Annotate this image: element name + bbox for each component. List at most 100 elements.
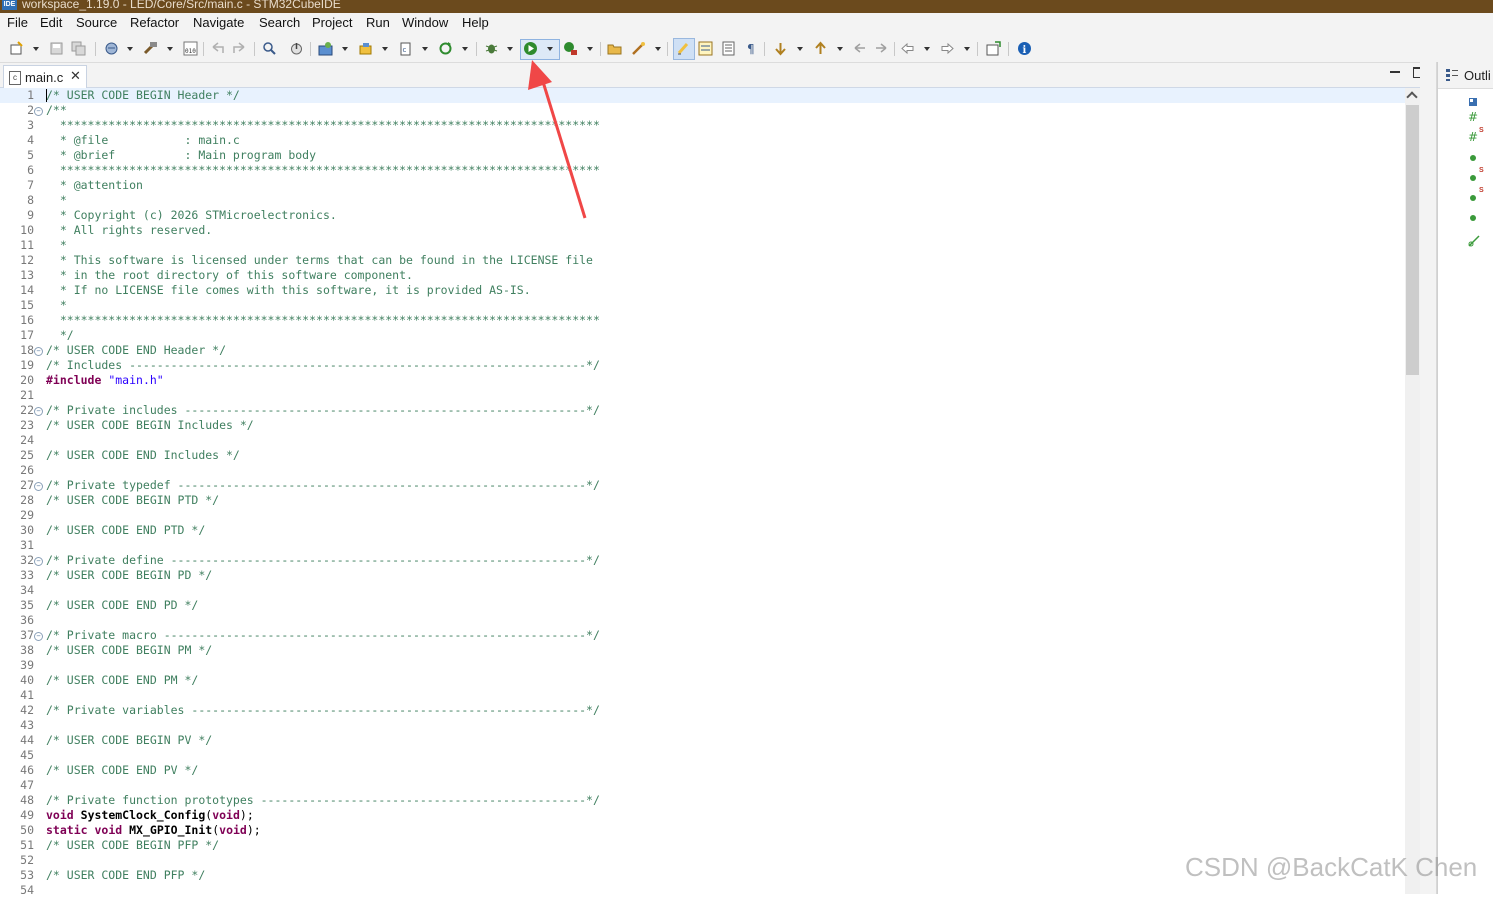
include-icon[interactable] <box>1468 92 1478 106</box>
editor-vertical-scrollbar[interactable] <box>1405 88 1420 894</box>
code-line[interactable]: 50 static void MX_GPIO_Init(void); <box>0 823 1405 838</box>
code-line[interactable]: 37−/* Private macro --------------------… <box>0 628 1405 643</box>
code-line[interactable]: 9 * Copyright (c) 2026 STMicroelectronic… <box>0 208 1405 223</box>
code-line[interactable]: 13 * in the root directory of this softw… <box>0 268 1405 283</box>
debug-icon[interactable] <box>484 41 499 56</box>
last-edit-icon[interactable] <box>852 41 867 56</box>
block-select-icon[interactable] <box>721 41 736 56</box>
fold-toggle-icon[interactable]: − <box>34 107 43 116</box>
forward-icon[interactable] <box>940 41 955 56</box>
scroll-up-icon[interactable] <box>1406 91 1418 103</box>
code-editor[interactable]: 1/* USER CODE BEGIN Header */2−/** 3 ****… <box>0 88 1405 897</box>
code-line[interactable]: 44 /* USER CODE BEGIN PV */ <box>0 733 1405 748</box>
run-dropdown[interactable] <box>547 47 553 51</box>
close-icon[interactable]: ✕ <box>70 69 81 84</box>
code-line[interactable]: 29 <box>0 508 1405 523</box>
code-line[interactable]: 11 * <box>0 238 1405 253</box>
code-line[interactable]: 6 **************************************… <box>0 163 1405 178</box>
cube-dropdown[interactable] <box>382 47 388 51</box>
new-icon[interactable] <box>9 41 24 56</box>
code-line[interactable]: 45 <box>0 748 1405 763</box>
wand-dropdown[interactable] <box>655 47 661 51</box>
fold-toggle-icon[interactable]: − <box>34 347 43 356</box>
next-annotation-icon[interactable] <box>773 41 788 56</box>
function-icon[interactable]: S <box>1468 167 1484 183</box>
code-line[interactable]: 23 /* USER CODE BEGIN Includes */ <box>0 418 1405 433</box>
code-line[interactable]: 26 <box>0 463 1405 478</box>
code-line[interactable]: 17 */ <box>0 328 1405 343</box>
build-dropdown[interactable] <box>167 47 173 51</box>
panel-splitter[interactable] <box>1420 62 1437 894</box>
minimize-icon[interactable] <box>1390 71 1400 73</box>
code-line[interactable]: 18−/* USER CODE END Header */ <box>0 343 1405 358</box>
code-line[interactable]: 27−/* Private typedef ------------------… <box>0 478 1405 493</box>
prev-annotation-dropdown[interactable] <box>837 47 843 51</box>
back-icon[interactable] <box>900 41 915 56</box>
new-dropdown[interactable] <box>33 47 39 51</box>
code-line[interactable]: 12 * This software is licensed under ter… <box>0 253 1405 268</box>
code-line[interactable]: 30 /* USER CODE END PTD */ <box>0 523 1405 538</box>
highlight-icon[interactable] <box>676 41 691 56</box>
code-line[interactable]: 41 <box>0 688 1405 703</box>
menu-navigate[interactable]: Navigate <box>193 15 244 30</box>
code-line[interactable]: 8 * <box>0 193 1405 208</box>
code-line[interactable]: 4 * @file : main.c <box>0 133 1405 148</box>
forward-dropdown[interactable] <box>964 47 970 51</box>
code-line[interactable]: 20 #include "main.h" <box>0 373 1405 388</box>
debug-probe-icon[interactable] <box>289 41 304 56</box>
menu-edit[interactable]: Edit <box>40 15 62 30</box>
external-tools-icon[interactable] <box>563 41 578 56</box>
undo-icon[interactable] <box>210 41 225 56</box>
new-file-icon[interactable]: c <box>399 41 414 56</box>
build-config-icon[interactable] <box>104 41 119 56</box>
fold-toggle-icon[interactable]: − <box>34 407 43 416</box>
code-line[interactable]: 48 /* Private function prototypes -------… <box>0 793 1405 808</box>
fold-toggle-icon[interactable]: − <box>34 482 43 491</box>
code-line[interactable]: 19 /* Includes --------------------------… <box>0 358 1405 373</box>
build-config-dropdown[interactable] <box>127 47 133 51</box>
code-line[interactable]: 1 /* USER CODE BEGIN Header */ <box>0 88 1405 103</box>
new-file-dropdown[interactable] <box>422 47 428 51</box>
code-line[interactable]: 54 <box>0 883 1405 898</box>
code-line[interactable]: 35 /* USER CODE END PD */ <box>0 598 1405 613</box>
prev-annotation-icon[interactable] <box>813 41 828 56</box>
code-line[interactable]: 51 /* USER CODE BEGIN PFP */ <box>0 838 1405 853</box>
code-line[interactable]: 24 <box>0 433 1405 448</box>
define-icon[interactable]: # S <box>1468 127 1484 144</box>
menu-source[interactable]: Source <box>76 15 117 30</box>
cube-icon[interactable] <box>358 41 373 56</box>
link-icon[interactable] <box>1468 232 1480 247</box>
code-line[interactable]: 39 <box>0 658 1405 673</box>
code-line[interactable]: 34 <box>0 583 1405 598</box>
back-dropdown[interactable] <box>924 47 930 51</box>
outline-tab[interactable]: Outli <box>1438 62 1493 89</box>
build-icon[interactable] <box>143 41 158 56</box>
code-line[interactable]: 22−/* Private includes -----------------… <box>0 403 1405 418</box>
menu-help[interactable]: Help <box>462 15 489 30</box>
menu-search[interactable]: Search <box>259 15 300 30</box>
code-line[interactable]: 32−/* Private define -------------------… <box>0 553 1405 568</box>
binary-icon[interactable]: 010 <box>183 41 198 56</box>
run-icon[interactable] <box>523 41 538 56</box>
info-icon[interactable]: i <box>1017 41 1032 56</box>
device-config-dropdown[interactable] <box>342 47 348 51</box>
code-line[interactable]: 10 * All rights reserved. <box>0 223 1405 238</box>
refresh-icon[interactable] <box>438 41 453 56</box>
function-icon[interactable] <box>1468 213 1478 223</box>
next-annotation-dropdown[interactable] <box>797 47 803 51</box>
code-line[interactable]: 21 <box>0 388 1405 403</box>
whitespace-icon[interactable]: ¶ <box>744 41 759 56</box>
save-icon[interactable] <box>49 41 64 56</box>
code-line[interactable]: 5 * @brief : Main program body <box>0 148 1405 163</box>
code-line[interactable]: 42 /* Private variables -----------------… <box>0 703 1405 718</box>
wand-icon[interactable] <box>631 41 646 56</box>
refresh-dropdown[interactable] <box>462 47 468 51</box>
code-line[interactable]: 7 * @attention <box>0 178 1405 193</box>
scrollbar-thumb[interactable] <box>1406 105 1419 375</box>
code-line[interactable]: 36 <box>0 613 1405 628</box>
menu-file[interactable]: File <box>7 15 28 30</box>
back-nav-icon[interactable] <box>874 41 889 56</box>
menu-refactor[interactable]: Refactor <box>130 15 179 30</box>
code-line[interactable]: 14 * If no LICENSE file comes with this … <box>0 283 1405 298</box>
external-tools-dropdown[interactable] <box>587 47 593 51</box>
